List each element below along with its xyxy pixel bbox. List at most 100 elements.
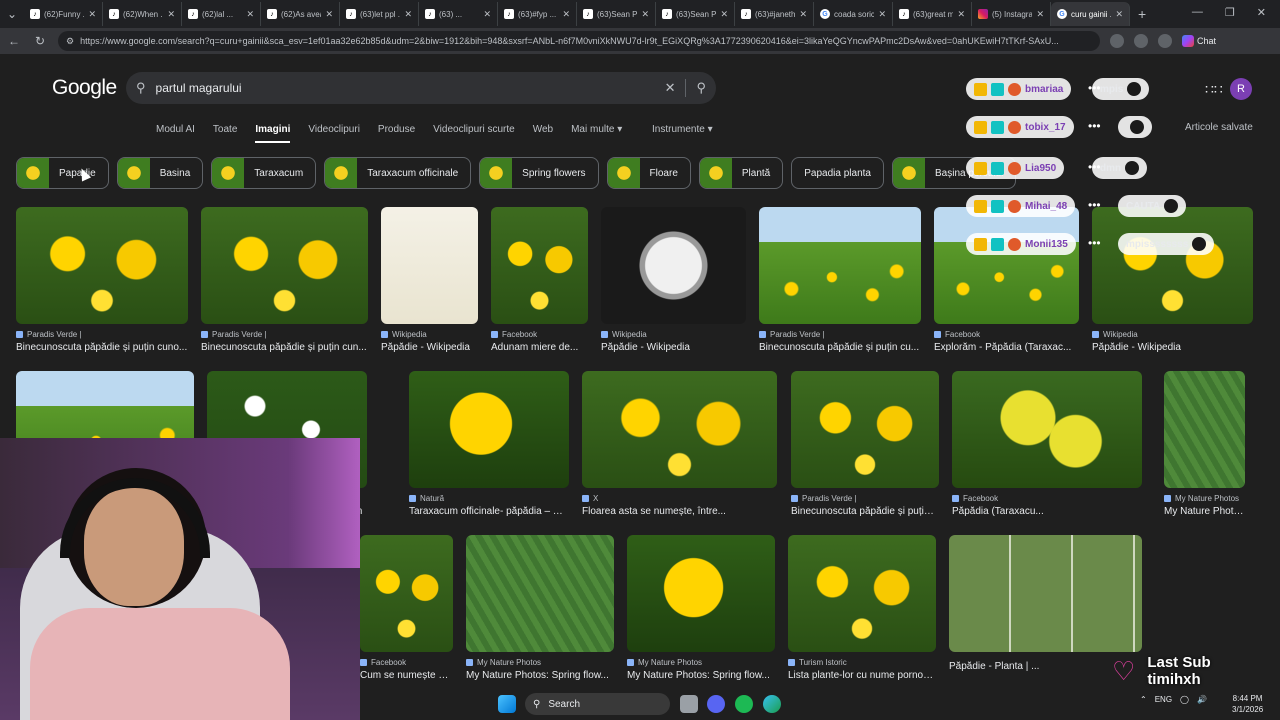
search-input[interactable]: partul magarului (156, 81, 655, 95)
image-result[interactable]: Turism Istoric Lista plante-lor cu nume p… (788, 535, 936, 681)
result-caption[interactable]: Adunam miere de... (491, 342, 588, 353)
image-result[interactable]: Paradis Verde | Binecunoscuta păpădie și … (791, 371, 939, 517)
close-tab-icon[interactable]: ✕ (957, 9, 965, 20)
browser-tab[interactable]: ♪ (62)lal ... ✕ (182, 2, 261, 26)
result-thumbnail[interactable] (627, 535, 775, 652)
result-caption[interactable]: Binecunoscuta păpădie și puțin cunoscut.… (791, 506, 939, 517)
result-caption[interactable]: Păpădia (Taraxacu... (952, 506, 1142, 517)
result-thumbnail[interactable] (381, 207, 478, 324)
profile-icon[interactable] (1158, 34, 1172, 48)
browser-tab[interactable]: ♪ (63)Sean Pa...✕ (577, 2, 656, 26)
google-logo[interactable]: Google (52, 76, 117, 100)
apps-icon[interactable]: ∷∷ (1205, 81, 1223, 98)
back-icon[interactable]: ← (6, 34, 22, 48)
close-tab-icon[interactable]: ✕ (88, 9, 96, 20)
result-caption[interactable]: Explorăm - Păpădia (Taraxac... (934, 342, 1079, 353)
minimize-icon[interactable]: — (1192, 6, 1203, 19)
spotify-icon[interactable] (735, 695, 753, 713)
image-result[interactable]: Facebook Cum se numește asta la voi? (360, 535, 453, 681)
result-caption[interactable]: Binecunoscuta păpădie și puțin cuno... (16, 342, 188, 353)
result-thumbnail[interactable] (1164, 371, 1245, 488)
tab-search-icon[interactable]: ⌄ (0, 7, 24, 21)
chevron-up-icon[interactable]: ⌃ (1140, 695, 1147, 704)
result-thumbnail[interactable] (582, 371, 777, 488)
close-tab-icon[interactable]: ✕ (404, 9, 412, 20)
search-box[interactable]: ⚲ partul magarului ✕ ⚲ (126, 72, 716, 104)
close-tab-icon[interactable]: ✕ (641, 9, 649, 20)
close-tab-icon[interactable]: ✕ (799, 9, 807, 20)
omnibox[interactable]: ⚙ https://www.google.com/search?q=curu+g… (58, 31, 1100, 51)
close-tab-icon[interactable]: ✕ (1036, 9, 1044, 20)
new-tab-button[interactable]: + (1130, 6, 1154, 22)
image-result[interactable]: My Nature Photos My Nature Photos:... (1164, 371, 1245, 517)
suggestion-chip[interactable]: Spring flowers (479, 157, 599, 189)
filter-tab[interactable]: Modul AI (156, 124, 195, 143)
taskbar-search[interactable]: ⚲ Search (525, 693, 670, 715)
language-indicator[interactable]: ENG (1155, 695, 1172, 704)
filter-tab[interactable]: Videoclipuri scurte (433, 124, 515, 143)
image-result[interactable]: X Floarea asta se numește, între... (582, 371, 777, 517)
browser-tab[interactable]: ♪ (63)let ppl ... ✕ (340, 2, 419, 26)
result-caption[interactable]: My Nature Photos:... (1164, 506, 1245, 517)
bookmark-icon[interactable] (1134, 34, 1148, 48)
result-thumbnail[interactable] (466, 535, 614, 652)
suggestion-chip[interactable]: Floare (606, 157, 691, 189)
close-window-icon[interactable]: ✕ (1257, 6, 1266, 19)
result-caption[interactable]: Păpădie - Wikipedia (601, 342, 746, 353)
suggestion-chip[interactable]: Plantă (698, 157, 784, 189)
image-result[interactable]: Facebook Păpădia (Taraxacu... (952, 371, 1142, 517)
result-caption[interactable]: Taraxacum officinale- păpădia – Natură (409, 506, 569, 517)
result-caption[interactable]: Binecunoscuta păpădie și puțin cu... (759, 342, 921, 353)
browser-tab[interactable]: Gcuru gainii ... ✕ (1051, 2, 1130, 26)
result-caption[interactable]: My Nature Photos: Spring flow... (627, 670, 775, 681)
taskbar-clock[interactable]: 8:44 PM 3/1/2026 (1232, 693, 1263, 715)
suggestion-chip[interactable]: Taraxacum (211, 157, 317, 189)
filter-tab[interactable]: Videoclipuri (308, 124, 360, 143)
filter-tab[interactable]: Produse (378, 124, 415, 143)
close-tab-icon[interactable]: ✕ (167, 9, 175, 20)
suggestion-chip[interactable]: Taraxacum officinale (324, 157, 472, 189)
windows-start-icon[interactable] (498, 695, 516, 713)
image-result[interactable]: Facebook Adunam miere de... (491, 207, 588, 353)
close-tab-icon[interactable]: ✕ (878, 9, 886, 20)
browser-tab[interactable]: ♪ (63)#fyp ... ✕ (498, 2, 577, 26)
image-result[interactable]: Wikipedia Păpădie - Wikipedia (601, 207, 746, 353)
result-thumbnail[interactable] (409, 371, 569, 488)
close-tab-icon[interactable]: ✕ (1115, 9, 1123, 20)
lens-icon[interactable]: ⚲ (696, 80, 706, 96)
result-caption[interactable]: Cum se numește asta la voi? (360, 670, 453, 681)
browser-tab[interactable]: ♪ (63)Sean Pa...✕ (656, 2, 735, 26)
result-thumbnail[interactable] (788, 535, 936, 652)
image-result[interactable]: Paradis Verde | Binecunoscuta păpădie și … (16, 207, 188, 353)
result-caption[interactable]: Lista plante-lor cu nume pornografice. C… (788, 670, 936, 681)
result-caption[interactable]: My Nature Photos: Spring flow... (466, 670, 614, 681)
tools-button[interactable]: Instrumente ▾ (652, 124, 713, 135)
browser-tab[interactable]: ♪ (63)great m... ✕ (893, 2, 972, 26)
edge-icon[interactable] (763, 695, 781, 713)
close-tab-icon[interactable]: ✕ (720, 9, 728, 20)
result-thumbnail[interactable] (791, 371, 939, 488)
close-tab-icon[interactable]: ✕ (246, 9, 254, 20)
maximize-icon[interactable]: ❐ (1225, 6, 1235, 19)
wifi-icon[interactable]: ◯ (1180, 695, 1189, 704)
result-thumbnail[interactable] (360, 535, 453, 652)
suggestion-chip[interactable]: Basina (116, 157, 204, 189)
browser-tab[interactable]: ♪ (62)When ... ✕ (103, 2, 182, 26)
saved-items-link[interactable]: Articole salvate (1185, 122, 1253, 133)
suggestion-chip[interactable]: Papadia planta (791, 157, 884, 189)
browser-tab[interactable]: ♪ (63) ... ✕ (419, 2, 498, 26)
clear-icon[interactable]: ✕ (665, 80, 676, 96)
filter-tab[interactable]: Web (533, 124, 553, 143)
result-thumbnail[interactable] (934, 207, 1079, 324)
avatar[interactable]: R (1230, 78, 1252, 100)
result-thumbnail[interactable] (1092, 207, 1253, 324)
result-thumbnail[interactable] (949, 535, 1142, 652)
result-thumbnail[interactable] (16, 207, 188, 324)
result-caption[interactable]: Binecunoscuta păpădie și puțin cun... (201, 342, 368, 353)
filter-tab[interactable]: Mai multe ▾ (571, 124, 622, 143)
close-tab-icon[interactable]: ✕ (562, 9, 570, 20)
chat-button[interactable]: Chat (1182, 35, 1216, 47)
result-thumbnail[interactable] (759, 207, 921, 324)
result-thumbnail[interactable] (201, 207, 368, 324)
browser-tab[interactable]: ♪ (63)#janeth...✕ (735, 2, 814, 26)
